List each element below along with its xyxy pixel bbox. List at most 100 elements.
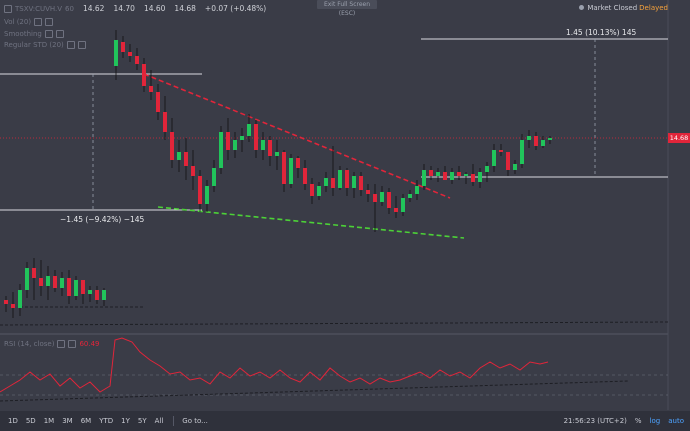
eye-icon[interactable]	[66, 41, 75, 49]
candle-body	[128, 52, 132, 56]
candle-body	[261, 140, 265, 150]
candle-body	[114, 40, 118, 66]
market-delay-label: Delayed	[639, 4, 668, 12]
candle-body	[471, 174, 475, 182]
candle-body	[506, 152, 510, 170]
auto-toggle[interactable]: auto	[668, 417, 684, 425]
timeframe-5y[interactable]: 5Y	[138, 417, 147, 425]
candle-body	[74, 280, 78, 296]
candle-body	[25, 268, 29, 290]
candle-body	[303, 168, 307, 184]
candle-body	[422, 170, 426, 186]
candle-body	[436, 172, 440, 176]
settings-icon[interactable]	[45, 18, 54, 26]
ohlc-low: 14.60	[143, 4, 166, 13]
support-trend-line	[157, 206, 465, 239]
candle-body	[520, 140, 524, 164]
candle-body	[233, 140, 237, 150]
indicator-value: 60.49	[79, 340, 100, 348]
candle-body	[11, 304, 15, 308]
candle-body	[275, 152, 279, 156]
candle-body	[102, 290, 106, 300]
candle-body	[548, 138, 552, 140]
eye-icon[interactable]	[57, 340, 66, 348]
log-toggle[interactable]: log	[650, 417, 661, 425]
candle-body	[359, 176, 363, 190]
goto-button[interactable]: Go to...	[182, 417, 208, 425]
candle-body	[380, 192, 384, 202]
legend-row-3[interactable]: Regular STD (20)	[4, 41, 86, 49]
candle-body	[527, 136, 531, 140]
last-price-tag: 14.68	[668, 133, 690, 143]
candle-body	[513, 164, 517, 170]
exit-fullscreen-button[interactable]: Exit Full Screen (ESC)	[317, 0, 377, 17]
timeframe-all[interactable]: All	[155, 417, 164, 425]
candle-body	[387, 192, 391, 208]
candle-body	[338, 170, 342, 188]
candle-body	[366, 190, 370, 194]
ohlc-change: +0.07 (+0.48%)	[204, 4, 267, 13]
candle-body	[492, 150, 496, 166]
candle-body	[88, 290, 92, 294]
candle-body	[53, 276, 57, 288]
candle-body	[156, 92, 160, 112]
candle-body	[81, 280, 85, 294]
candle-body	[247, 124, 251, 136]
candle-body	[198, 176, 202, 204]
candle-body	[226, 132, 230, 150]
timeframe-ytd[interactable]: YTD	[99, 417, 113, 425]
candle-body	[191, 166, 195, 176]
candle-body	[478, 172, 482, 182]
bottom-toolbar: 1D 5D 1M 3M 6M YTD 1Y 5Y All Go to... 21…	[0, 411, 690, 431]
percent-toggle[interactable]: %	[635, 417, 642, 425]
candle-body	[394, 208, 398, 212]
candle-body	[18, 290, 22, 308]
candle-body	[317, 186, 321, 196]
legend-row-3-label: Regular STD (20)	[4, 41, 64, 49]
candle-body	[163, 112, 167, 132]
candle-body	[541, 140, 545, 146]
candle-body	[240, 136, 244, 140]
volume-trend-line	[0, 321, 669, 326]
timeframe-5d[interactable]: 5D	[26, 417, 36, 425]
candle-body	[464, 174, 468, 176]
timeframe-3m[interactable]: 3M	[62, 417, 73, 425]
timeframe-1y[interactable]: 1Y	[121, 417, 130, 425]
settings-icon[interactable]	[55, 30, 64, 38]
timeframe-1d[interactable]: 1D	[8, 417, 18, 425]
candle-body	[352, 176, 356, 188]
candle-body	[415, 186, 419, 194]
ohlc-close: 14.68	[174, 4, 196, 13]
candle-body	[205, 186, 209, 204]
candle-body	[135, 56, 139, 64]
price-chart[interactable]	[0, 0, 690, 410]
candle-body	[345, 170, 349, 188]
candle-body	[170, 132, 174, 160]
legend-row-1[interactable]: Vol (20)	[4, 18, 54, 26]
candle-body	[95, 290, 99, 300]
candle-body	[282, 152, 286, 184]
legend-row-2[interactable]: Smoothing	[4, 30, 64, 38]
candlestick-series	[114, 30, 552, 232]
indicator-trend-line	[0, 380, 629, 402]
candle-body	[268, 140, 272, 156]
candle-body	[60, 278, 64, 288]
candle-body	[324, 178, 328, 186]
eye-icon[interactable]	[44, 30, 53, 38]
candle-body	[499, 150, 503, 152]
candle-body	[331, 178, 335, 188]
symbol-name: TSXV:CUVH.V	[15, 4, 63, 13]
timeframe-6m[interactable]: 6M	[81, 417, 92, 425]
toolbar-divider	[173, 416, 175, 426]
symbol-icon	[4, 4, 12, 13]
candle-body	[177, 152, 181, 160]
eye-icon[interactable]	[34, 18, 43, 26]
settings-icon[interactable]	[77, 41, 86, 49]
candle-body	[373, 194, 377, 202]
timeframe-1m[interactable]: 1M	[44, 417, 55, 425]
candle-body	[254, 124, 258, 150]
candle-body	[121, 42, 125, 52]
legend-row-2-label: Smoothing	[4, 30, 42, 38]
settings-icon[interactable]	[68, 340, 77, 348]
candle-body	[219, 132, 223, 168]
